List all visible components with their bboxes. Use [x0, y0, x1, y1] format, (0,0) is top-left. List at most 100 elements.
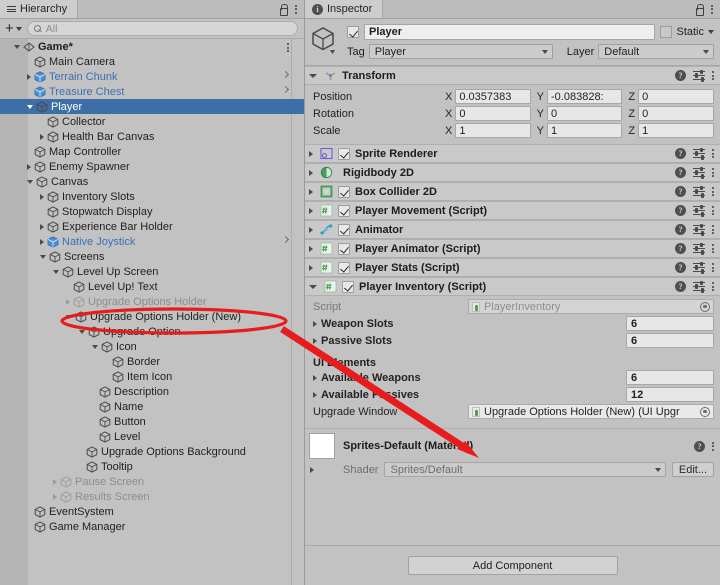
expand-triangle-icon[interactable]	[40, 133, 44, 140]
expand-triangle-icon[interactable]	[310, 467, 314, 473]
collapse-triangle-icon[interactable]	[27, 179, 33, 184]
hierarchy-row-item-icon[interactable]: Item Icon	[0, 369, 304, 384]
scale-x-input[interactable]: 1	[455, 123, 531, 138]
position-y-input[interactable]: -0.083828:	[547, 89, 623, 104]
preset-icon[interactable]	[693, 280, 705, 293]
preset-icon[interactable]	[693, 223, 705, 236]
tab-hierarchy[interactable]: Hierarchy	[0, 0, 79, 18]
expand-triangle-icon[interactable]	[309, 226, 313, 233]
expand-triangle-icon[interactable]	[27, 163, 31, 170]
lock-icon[interactable]	[278, 4, 288, 16]
preset-icon[interactable]	[693, 166, 705, 179]
hierarchy-row-results-screen[interactable]: Results Screen	[0, 489, 304, 504]
hierarchy-row-level[interactable]: Level	[0, 429, 304, 444]
collapse-triangle-icon[interactable]	[40, 254, 46, 259]
expand-triangle-icon[interactable]	[40, 193, 44, 200]
hierarchy-row-level-up-text[interactable]: Level Up! Text	[0, 279, 304, 294]
preset-icon[interactable]	[693, 261, 705, 274]
expand-triangle-icon[interactable]	[309, 169, 313, 176]
help-icon[interactable]: ?	[675, 167, 686, 178]
component-enabled-checkbox[interactable]	[338, 204, 350, 217]
help-icon[interactable]: ?	[694, 440, 705, 452]
edit-shader-button[interactable]: Edit...	[671, 462, 714, 477]
help-icon[interactable]: ?	[675, 243, 686, 254]
hierarchy-row-terrain-chunk[interactable]: Terrain Chunk	[0, 69, 304, 84]
expand-triangle-icon[interactable]	[309, 245, 313, 252]
hierarchy-row-pause-screen[interactable]: Pause Screen	[0, 474, 304, 489]
hierarchy-row-collector[interactable]: Collector	[0, 114, 304, 129]
component-enabled-checkbox[interactable]	[338, 185, 350, 198]
hierarchy-row-eventsystem[interactable]: EventSystem	[0, 504, 304, 519]
hierarchy-row-level-up-screen[interactable]: Level Up Screen	[0, 264, 304, 279]
component-menu-icon[interactable]	[712, 187, 714, 196]
help-icon[interactable]: ?	[675, 70, 686, 81]
object-picker-icon[interactable]	[700, 301, 710, 312]
hierarchy-row-enemy-spawner[interactable]: Enemy Spawner	[0, 159, 304, 174]
collapse-triangle-icon[interactable]	[66, 314, 72, 319]
scale-y-input[interactable]: 1	[547, 123, 623, 138]
expand-triangle-icon[interactable]	[66, 298, 70, 305]
hierarchy-row-screens[interactable]: Screens	[0, 249, 304, 264]
gameobject-enabled-checkbox[interactable]	[347, 26, 359, 38]
expand-triangle-icon[interactable]	[309, 73, 317, 78]
component-menu-icon[interactable]	[712, 263, 714, 272]
script-object-field[interactable]: PlayerInventory	[468, 299, 714, 314]
position-x-input[interactable]: 0.0357383	[455, 89, 531, 104]
hierarchy-row-game-manager[interactable]: Game Manager	[0, 519, 304, 534]
component-menu-icon[interactable]	[712, 149, 714, 158]
component-header-transform[interactable]: Transform ?	[305, 66, 720, 85]
add-component-button[interactable]: Add Component	[407, 556, 618, 575]
component-header-player-inventory-script[interactable]: Player Inventory (Script)?	[305, 277, 720, 296]
hierarchy-row-name[interactable]: Name	[0, 399, 304, 414]
component-header-player-movement-script[interactable]: Player Movement (Script)?	[305, 201, 720, 220]
hierarchy-row-game[interactable]: Game*	[0, 39, 304, 54]
component-menu-icon[interactable]	[712, 441, 714, 451]
component-menu-icon[interactable]	[712, 168, 714, 177]
component-menu-icon[interactable]	[712, 206, 714, 215]
collapse-triangle-icon[interactable]	[14, 44, 20, 49]
shader-dropdown[interactable]: Sprites/Default	[384, 462, 666, 477]
lock-icon[interactable]	[694, 4, 704, 16]
panel-menu-icon[interactable]	[295, 4, 297, 14]
expand-triangle-icon[interactable]	[313, 337, 317, 344]
component-enabled-checkbox[interactable]	[338, 147, 350, 160]
help-icon[interactable]: ?	[675, 281, 686, 292]
collapse-triangle-icon[interactable]	[27, 104, 33, 109]
search-input[interactable]: All	[26, 21, 298, 36]
component-menu-icon[interactable]	[712, 282, 714, 291]
prefab-open-chevron-icon[interactable]	[281, 235, 290, 244]
static-dropdown-icon[interactable]	[708, 30, 714, 34]
hierarchy-row-main-camera[interactable]: Main Camera	[0, 54, 304, 69]
component-header-player-stats-script[interactable]: Player Stats (Script)?	[305, 258, 720, 277]
hierarchy-row-map-controller[interactable]: Map Controller	[0, 144, 304, 159]
expand-triangle-icon[interactable]	[40, 223, 44, 230]
available-weapons-value[interactable]: 6	[626, 370, 714, 385]
rotation-x-input[interactable]: 0	[455, 106, 531, 121]
expand-triangle-icon[interactable]	[53, 478, 57, 485]
hierarchy-row-button[interactable]: Button	[0, 414, 304, 429]
rotation-z-input[interactable]: 0	[638, 106, 715, 121]
collapse-triangle-icon[interactable]	[92, 344, 98, 349]
help-icon[interactable]: ?	[675, 224, 686, 235]
position-z-input[interactable]: 0	[638, 89, 715, 104]
preset-icon[interactable]	[693, 147, 705, 160]
tab-inspector[interactable]: i Inspector	[305, 0, 384, 18]
component-header-box-collider-2d[interactable]: Box Collider 2D?	[305, 182, 720, 201]
layer-dropdown[interactable]: Default	[598, 44, 714, 59]
hierarchy-row-upgrade-option[interactable]: Upgrade Option	[0, 324, 304, 339]
expand-triangle-icon[interactable]	[40, 238, 44, 245]
hierarchy-row-health-bar-canvas[interactable]: Health Bar Canvas	[0, 129, 304, 144]
expand-triangle-icon[interactable]	[313, 374, 317, 381]
collapse-triangle-icon[interactable]	[79, 329, 85, 334]
component-enabled-checkbox[interactable]	[338, 223, 350, 236]
preset-icon[interactable]	[693, 69, 705, 82]
expand-triangle-icon[interactable]	[53, 493, 57, 500]
expand-triangle-icon[interactable]	[309, 188, 313, 195]
component-enabled-checkbox[interactable]	[338, 261, 350, 274]
rotation-y-input[interactable]: 0	[547, 106, 623, 121]
preset-icon[interactable]	[693, 204, 705, 217]
panel-menu-icon[interactable]	[711, 4, 713, 14]
scale-z-input[interactable]: 1	[638, 123, 715, 138]
prefab-open-chevron-icon[interactable]	[281, 85, 290, 94]
component-header-rigidbody-2d[interactable]: Rigidbody 2D?	[305, 163, 720, 182]
